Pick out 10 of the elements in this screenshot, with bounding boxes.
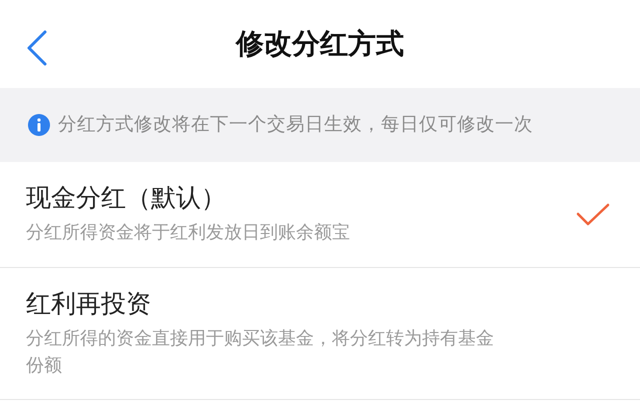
dividend-option[interactable]: 现金分红（默认） 分红所得资金将于红利发放日到账余额宝 <box>0 162 640 268</box>
notice-text: 分红方式修改将在下一个交易日生效，每日仅可修改一次 <box>58 113 533 138</box>
dividend-option[interactable]: 红利再投资 分红所得的资金直接用于购买该基金，将分红转为持有基金份额 <box>0 268 640 400</box>
info-icon <box>28 114 50 136</box>
option-title: 红利再投资 <box>26 288 152 320</box>
page-title: 修改分红方式 <box>236 26 404 62</box>
option-description: 分红所得的资金直接用于购买该基金，将分红转为持有基金份额 <box>26 326 495 378</box>
option-title: 现金分红（默认） <box>26 182 227 214</box>
back-button[interactable] <box>26 30 48 66</box>
option-description: 分红所得资金将于红利发放日到账余额宝 <box>26 220 351 245</box>
